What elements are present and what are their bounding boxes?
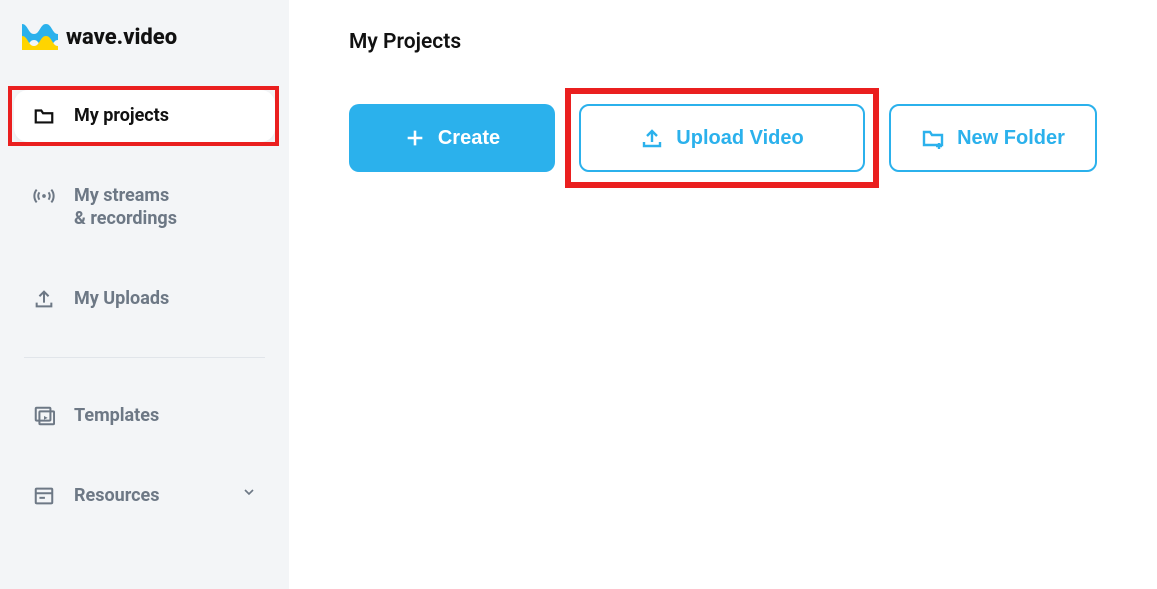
broadcast-icon bbox=[32, 184, 56, 208]
new-folder-icon bbox=[921, 126, 945, 150]
upload-icon bbox=[32, 287, 56, 311]
templates-icon bbox=[32, 404, 56, 428]
plus-icon bbox=[404, 127, 426, 149]
button-label: Create bbox=[438, 127, 500, 150]
button-label: New Folder bbox=[957, 127, 1065, 150]
action-row: Create Upload Video bbox=[349, 104, 1097, 172]
brand-name: wave.video bbox=[66, 25, 177, 50]
upload-video-button[interactable]: Upload Video bbox=[579, 104, 865, 172]
upload-button-wrapper: Upload Video bbox=[579, 104, 865, 172]
sidebar-item-my-uploads[interactable]: My Uploads bbox=[14, 273, 275, 325]
sidebar-item-label: My projects bbox=[74, 104, 169, 127]
brand-logo[interactable]: wave.video bbox=[14, 24, 275, 90]
sidebar-item-label: My Uploads bbox=[74, 287, 169, 310]
sidebar-item-sublabel: & recordings bbox=[74, 207, 177, 230]
sidebar-divider bbox=[24, 357, 265, 358]
sidebar-item-label: Resources bbox=[74, 484, 160, 507]
sidebar: wave.video My projects bbox=[0, 0, 289, 589]
wave-logo-icon bbox=[22, 24, 58, 50]
button-label: Upload Video bbox=[676, 127, 803, 150]
resources-icon bbox=[32, 484, 56, 508]
sidebar-item-resources[interactable]: Resources bbox=[14, 470, 275, 522]
page-title: My Projects bbox=[349, 30, 1097, 54]
sidebar-item-templates[interactable]: Templates bbox=[14, 390, 275, 442]
upload-icon bbox=[640, 126, 664, 150]
create-button[interactable]: Create bbox=[349, 104, 555, 172]
sidebar-item-label: Templates bbox=[74, 404, 159, 427]
new-folder-button[interactable]: New Folder bbox=[889, 104, 1097, 172]
chevron-down-icon bbox=[241, 484, 257, 500]
main-content: My Projects Create bbox=[289, 0, 1157, 589]
folder-icon bbox=[32, 104, 56, 128]
sidebar-nav: My projects My streams & recordin bbox=[14, 90, 275, 522]
sidebar-item-my-projects[interactable]: My projects bbox=[14, 90, 275, 142]
sidebar-item-my-streams[interactable]: My streams & recordings bbox=[14, 170, 275, 245]
sidebar-item-label: My streams bbox=[74, 184, 177, 207]
